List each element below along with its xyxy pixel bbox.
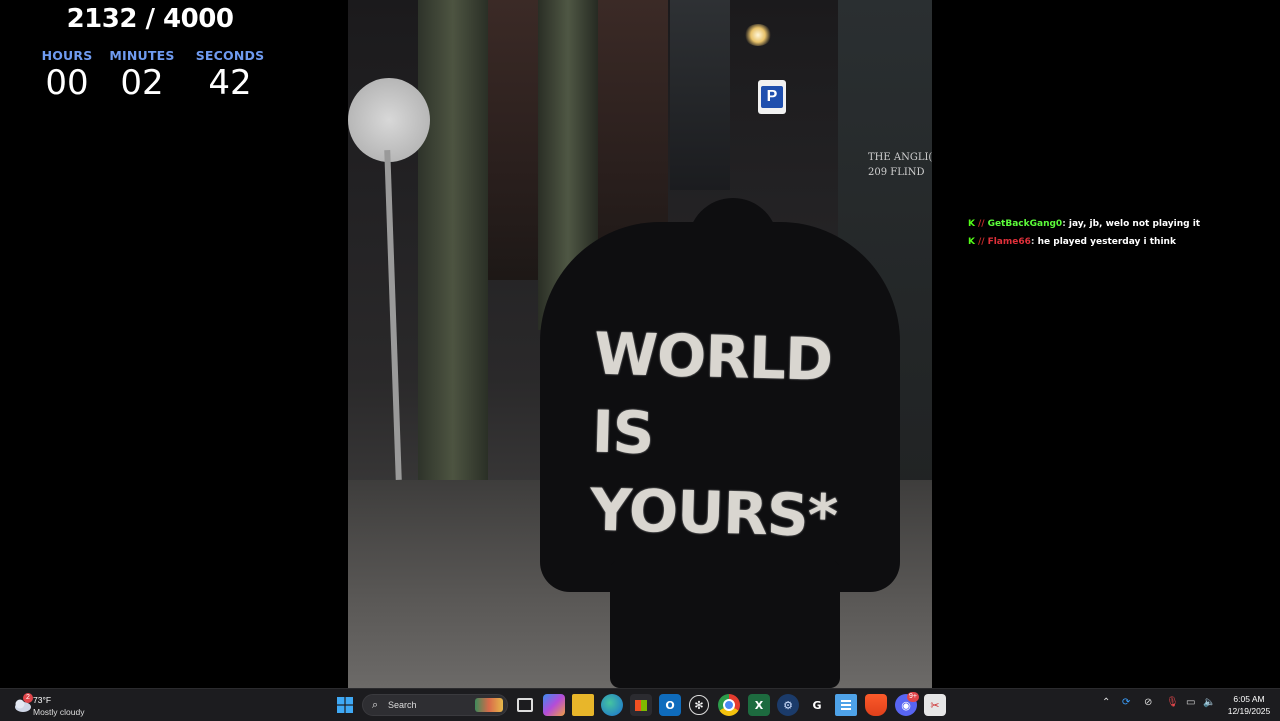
search-icon: ⌕ — [372, 699, 379, 711]
chat-overlay: K//GetBackGang0: jay, jb, welo not playi… — [968, 215, 1268, 251]
chat-username: GetBackGang0 — [987, 219, 1063, 229]
minutes-block: MINUTES 02 — [102, 48, 182, 101]
stream-canvas: 2132 / 4000 HOURS 00 MINUTES 02 SECONDS … — [0, 0, 1280, 688]
taskbar-search[interactable]: ⌕ Search — [362, 694, 508, 716]
counter-title: 2132 / 4000 — [66, 4, 234, 34]
chatgpt-icon[interactable]: ✻ — [689, 695, 709, 715]
kick-icon: K — [968, 219, 975, 229]
volume-icon[interactable]: 🔈 — [1203, 697, 1215, 708]
person-legs — [610, 560, 840, 688]
app-g-icon[interactable]: G — [806, 694, 828, 716]
weather-widget[interactable]: 2 73°F Mostly cloudy — [10, 692, 120, 718]
minutes-value: 02 — [120, 63, 164, 103]
seconds-value: 42 — [208, 63, 252, 103]
badge-icon: // — [977, 219, 985, 229]
sign-pole — [384, 149, 402, 481]
weather-condition: Mostly cloudy — [33, 707, 85, 717]
snipping-tool-icon[interactable]: ✂ — [924, 694, 946, 716]
search-placeholder: Search — [388, 700, 417, 710]
camera-photo: THE ANGLI( 209 FLIND P WORLD IS YOURS* — [348, 0, 932, 688]
file-explorer-icon[interactable] — [572, 694, 594, 716]
chrome-icon[interactable] — [718, 694, 740, 716]
taskbar: 2 73°F Mostly cloudy ⌕ Search O ✻ X ⚙ G … — [0, 688, 1280, 721]
kick-icon: K — [968, 237, 975, 247]
network-off-icon[interactable]: ⊘ — [1144, 697, 1152, 708]
parking-sign: P — [758, 80, 786, 114]
chat-message: K//GetBackGang0: jay, jb, welo not playi… — [968, 219, 1201, 229]
discord-badge: 9+ — [907, 692, 919, 702]
building-sign: THE ANGLI( 209 FLIND — [868, 152, 932, 178]
tower-building — [670, 0, 730, 190]
edge-icon[interactable] — [601, 694, 623, 716]
display-icon[interactable]: ▭ — [1186, 697, 1195, 708]
seconds-label: SECONDS — [195, 48, 265, 63]
chat-username: Flame66 — [987, 237, 1031, 247]
chat-text: jay, jb, welo not playing it — [1068, 219, 1201, 229]
chat-text: he played yesterday i think — [1037, 237, 1176, 247]
seconds-block: SECONDS 42 — [190, 48, 270, 101]
notepad-icon[interactable] — [835, 694, 857, 716]
clock-date[interactable]: 12/19/2025 — [1222, 706, 1276, 716]
minutes-label: MINUTES — [109, 48, 175, 63]
weather-temp: 73°F — [33, 695, 52, 705]
search-highlight-icon — [475, 698, 503, 712]
store-icon[interactable] — [630, 694, 652, 716]
hours-label: HOURS — [41, 48, 93, 63]
street-light — [744, 24, 772, 46]
brave-icon[interactable] — [865, 694, 887, 716]
windows-icon — [337, 697, 353, 713]
clock-time[interactable]: 6:05 AM — [1224, 694, 1274, 704]
hours-value: 00 — [45, 63, 89, 103]
copilot-icon[interactable] — [543, 694, 565, 716]
outlook-icon[interactable]: O — [659, 694, 681, 716]
hours-block: HOURS 00 — [27, 48, 107, 101]
microphone-icon[interactable]: 🎙 — [1166, 697, 1179, 708]
steam-icon[interactable]: ⚙ — [777, 694, 799, 716]
excel-icon[interactable]: X — [748, 694, 770, 716]
start-button[interactable] — [334, 694, 356, 716]
sync-icon[interactable]: ⟳ — [1122, 697, 1130, 708]
tree-trunk-left — [418, 0, 488, 510]
badge-icon: // — [977, 237, 985, 247]
hoodie-print: WORLD IS YOURS* — [589, 319, 838, 551]
task-view-icon[interactable] — [514, 694, 536, 716]
chat-message: K//Flame66: he played yesterday i think — [968, 237, 1176, 247]
weather-alert-badge: 2 — [23, 693, 33, 703]
chevron-up-icon[interactable]: ⌃ — [1102, 697, 1110, 708]
